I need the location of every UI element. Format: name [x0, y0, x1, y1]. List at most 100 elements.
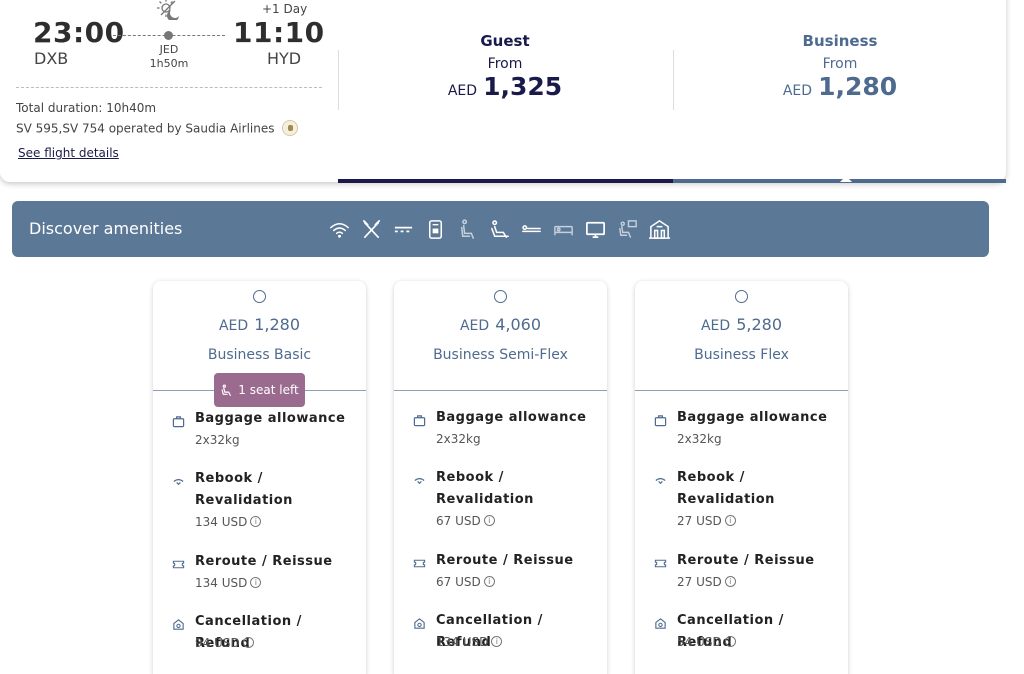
feature-value: 134 USD i: [436, 635, 503, 649]
info-icon[interactable]: i: [724, 576, 736, 587]
divider: [394, 390, 607, 391]
info-icon[interactable]: i: [242, 637, 254, 648]
see-flight-details-link[interactable]: See flight details: [18, 146, 119, 160]
feature-value-text: 27 USD: [677, 575, 722, 589]
rebook-icon: [172, 473, 185, 486]
info-icon[interactable]: i: [483, 515, 495, 526]
fare-name: Business Semi-Flex: [433, 347, 568, 363]
price-amount: 1,325: [483, 72, 563, 101]
feature-value-text: 134 USD: [195, 576, 248, 590]
bed-icon: [552, 218, 575, 241]
feature-value-text: 134 USD: [436, 635, 489, 649]
feature-value: 27 USD i: [677, 575, 736, 589]
feature-value: 2x32kg: [436, 432, 481, 446]
flight-card: 23:00 DXB +1 Day 11:10 HYD JED 1h50m Tot…: [0, 0, 1006, 182]
price-amount: 5,280: [736, 315, 782, 334]
column-divider: [673, 50, 674, 110]
arrival-airport-code: HYD: [267, 49, 302, 68]
operated-by-text: SV 595,SV 754 operated by Saudia Airline…: [16, 121, 275, 136]
feature-title: Rebook / Revalidation: [436, 470, 534, 507]
stop-airport-code: JED: [159, 43, 179, 56]
feature-value-text: 67 USD: [436, 514, 481, 528]
seats-left-text: 1 seat left: [238, 383, 299, 397]
seats-left-badge: 1 seat left: [214, 373, 305, 407]
feature-value-text: 54 USD: [677, 635, 722, 649]
selected-cabin-caret: [840, 176, 852, 182]
rebook-icon: [654, 472, 667, 485]
currency: AED: [700, 318, 731, 334]
entertainment-screen-icon: [584, 218, 607, 241]
page: 23:00 DXB +1 Day 11:10 HYD JED 1h50m Tot…: [0, 0, 1024, 674]
column-divider: [338, 50, 339, 110]
fare-name: Business Flex: [694, 347, 789, 363]
fare-option-business-flex[interactable]: AED 5,280 Business Flex Baggage allowance…: [635, 281, 848, 674]
day-offset-label: +1 Day: [262, 2, 308, 16]
feature-title: Reroute / Reissue: [195, 554, 333, 569]
feature-value: 2x32kg: [677, 432, 722, 446]
feature-value: 67 USD i: [436, 514, 495, 528]
ticket-icon: [654, 555, 667, 568]
info-icon[interactable]: i: [250, 516, 262, 527]
fare-price: AED 4,060: [394, 315, 607, 334]
info-icon[interactable]: i: [724, 515, 736, 526]
from-label: From: [822, 56, 858, 72]
power-outlet-icon: [392, 218, 415, 241]
cabin-guest[interactable]: Guest From AED 1,325: [340, 32, 670, 101]
feature-title: Baggage allowance: [436, 410, 587, 425]
fare-option-business-semi-flex[interactable]: AED 4,060 Business Semi-Flex Baggage allo…: [394, 281, 607, 674]
overnight-icon: [157, 0, 181, 22]
fare-radio[interactable]: [494, 290, 507, 303]
feature-value-text: 94 USD: [195, 636, 240, 650]
currency: AED: [447, 83, 478, 99]
seat-icon: [221, 383, 232, 396]
feature-title: Rebook / Revalidation: [677, 470, 775, 507]
refund-icon: [654, 615, 667, 629]
info-icon[interactable]: i: [250, 577, 262, 588]
currency: AED: [218, 318, 249, 334]
feature-value: 2x32kg: [195, 433, 240, 447]
divider: [16, 87, 322, 88]
feature-value: 67 USD i: [436, 575, 495, 589]
amenities-bar[interactable]: Discover amenities: [12, 201, 989, 257]
ticket-icon: [413, 555, 426, 568]
airline-logo-icon: [282, 120, 299, 136]
operated-by: SV 595,SV 754 operated by Saudia Airline…: [16, 120, 299, 137]
refund-icon: [172, 616, 185, 630]
cabin-name: Business: [802, 32, 878, 50]
info-icon[interactable]: i: [724, 636, 736, 647]
cabin-business[interactable]: Business From AED 1,280: [675, 32, 1005, 101]
fare-radio[interactable]: [253, 290, 266, 303]
baggage-icon: [654, 412, 667, 427]
recline-seat-icon: [456, 218, 479, 241]
refund-icon: [413, 615, 426, 629]
info-icon[interactable]: i: [491, 636, 503, 647]
cabin-price: AED 1,325: [340, 72, 670, 101]
fare-price: AED 5,280: [635, 315, 848, 334]
feature-title: Baggage allowance: [195, 411, 346, 426]
fare-option-business-basic[interactable]: AED 1,280 Business Basic 1 seat left Bagg…: [153, 281, 366, 674]
feature-value-text: 67 USD: [436, 575, 481, 589]
cabin-name: Guest: [480, 32, 530, 50]
baggage-icon: [413, 412, 426, 427]
feature-value: 27 USD i: [677, 514, 736, 528]
feature-title: Reroute / Reissue: [436, 553, 574, 568]
amenity-icons: [328, 218, 671, 241]
baggage-icon: [172, 413, 185, 428]
lounge-icon: [648, 218, 671, 241]
currency: AED: [782, 83, 813, 99]
fare-name: Business Basic: [207, 347, 312, 363]
info-icon[interactable]: i: [483, 576, 495, 587]
departure-time: 23:00: [33, 16, 125, 49]
ticket-icon: [172, 556, 185, 569]
price-amount: 4,060: [495, 315, 541, 334]
stop-dot: [164, 31, 173, 40]
feature-title: Rebook / Revalidation: [195, 471, 293, 508]
personal-screen-seat-icon: [616, 218, 639, 241]
fare-price: AED 1,280: [153, 315, 366, 334]
lie-flat-seat-icon: [520, 218, 543, 241]
from-label: From: [487, 56, 523, 72]
feature-value: 94 USD i: [195, 636, 254, 650]
fare-radio[interactable]: [735, 290, 748, 303]
wifi-icon: [328, 218, 351, 241]
currency: AED: [459, 318, 490, 334]
